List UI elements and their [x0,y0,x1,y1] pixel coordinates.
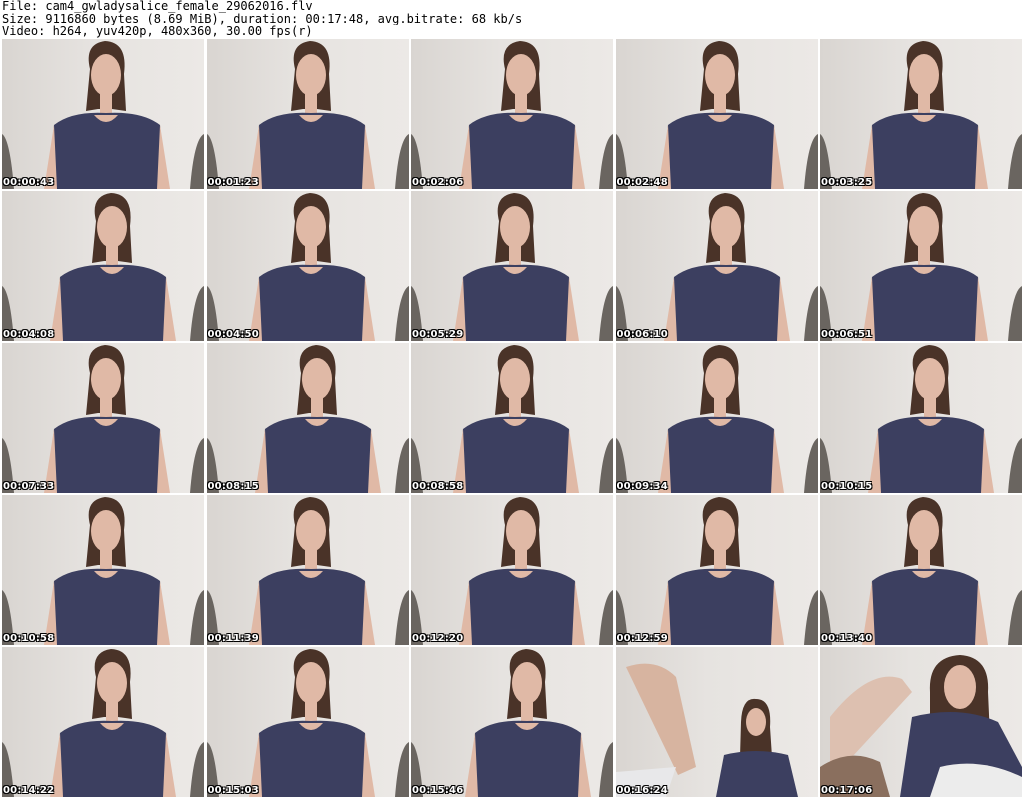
video-frame-image [411,497,613,645]
timestamp-label: 00:05:29 [412,329,464,340]
timestamp-label: 00:14:22 [3,785,55,796]
timestamp-label: 00:17:06 [821,785,873,796]
file-name-line: File: cam4_gwladysalice_female_29062016.… [2,0,313,13]
video-thumbnail[interactable]: 00:08:15 [206,343,409,493]
timestamp-label: 00:16:24 [616,785,668,796]
timestamp-label: 00:11:39 [207,633,259,644]
video-frame-image [615,41,818,189]
video-frame-image [2,41,204,189]
video-frame-image [2,497,204,645]
video-thumbnail[interactable]: 00:01:23 [206,39,409,189]
video-thumbnail[interactable]: 00:08:58 [411,343,613,493]
video-info-line: Video: h264, yuv420p, 480x360, 30.00 fps… [2,25,313,38]
video-thumbnail[interactable]: 00:07:33 [2,343,204,493]
video-frame-image [411,193,613,341]
video-frame-image [2,193,204,341]
video-thumbnail[interactable]: 00:02:48 [615,39,818,189]
video-thumbnail[interactable]: 00:06:51 [820,191,1022,341]
timestamp-label: 00:02:06 [412,177,464,188]
video-thumbnail[interactable]: 00:14:22 [2,647,204,797]
video-thumbnail[interactable]: 00:15:46 [411,647,613,797]
video-thumbnail[interactable]: 00:10:58 [2,495,204,645]
video-thumbnail[interactable]: 00:12:20 [411,495,613,645]
video-frame-image [411,649,613,797]
video-frame-image [206,649,409,797]
timestamp-label: 00:07:33 [3,481,55,492]
timestamp-label: 00:08:58 [412,481,464,492]
video-thumbnail[interactable]: 00:04:08 [2,191,204,341]
timestamp-label: 00:02:48 [616,177,668,188]
video-frame-image [206,497,409,645]
video-thumbnail[interactable]: 00:16:24 [615,647,818,797]
video-frame-image [206,345,409,493]
timestamp-label: 00:04:08 [3,329,55,340]
timestamp-label: 00:10:15 [821,481,873,492]
timestamp-label: 00:06:51 [821,329,873,340]
video-frame-image [820,345,1022,493]
video-frame-image [411,41,613,189]
file-info-header: File: cam4_gwladysalice_female_29062016.… [2,0,1022,38]
timestamp-label: 00:08:15 [207,481,259,492]
timestamp-label: 00:00:43 [3,177,55,188]
video-thumbnail[interactable]: 00:09:34 [615,343,818,493]
video-frame-image [820,193,1022,341]
video-thumbnail[interactable]: 00:04:50 [206,191,409,341]
video-frame-image [615,497,818,645]
video-thumbnail[interactable]: 00:00:43 [2,39,204,189]
video-thumbnail[interactable]: 00:10:15 [820,343,1022,493]
video-frame-image [820,41,1022,189]
timestamp-label: 00:13:40 [821,633,873,644]
video-thumbnail[interactable]: 00:13:40 [820,495,1022,645]
video-frame-image [615,663,798,797]
video-frame-image [2,345,204,493]
video-frame-image [206,193,409,341]
video-thumbnail[interactable]: 00:02:06 [411,39,613,189]
video-frame-image [615,345,818,493]
video-thumbnail[interactable]: 00:06:10 [615,191,818,341]
video-thumbnail[interactable]: 00:05:29 [411,191,613,341]
thumbnail-grid: 00:00:43 00:01:23 00:02:06 00:02:48 00:0… [2,39,1022,797]
timestamp-label: 00:15:46 [412,785,464,796]
video-frame-image [820,497,1022,645]
video-frame-image [820,655,1022,797]
video-thumbnail[interactable]: 00:17:06 [820,647,1022,797]
timestamp-label: 00:12:20 [412,633,464,644]
video-thumbnail[interactable]: 00:11:39 [206,495,409,645]
video-frame-image [2,649,204,797]
video-thumbnail[interactable]: 00:12:59 [615,495,818,645]
video-frame-image [615,193,818,341]
timestamp-label: 00:12:59 [616,633,668,644]
video-thumbnail[interactable]: 00:15:03 [206,647,409,797]
timestamp-label: 00:15:03 [207,785,259,796]
timestamp-label: 00:10:58 [3,633,55,644]
timestamp-label: 00:06:10 [616,329,668,340]
video-frame-image [411,345,613,493]
video-thumbnail[interactable]: 00:03:25 [820,39,1022,189]
timestamp-label: 00:01:23 [207,177,259,188]
timestamp-label: 00:09:34 [616,481,668,492]
video-frame-image [206,41,409,189]
timestamp-label: 00:04:50 [207,329,259,340]
file-size-line: Size: 9116860 bytes (8.69 MiB), duration… [2,12,523,25]
timestamp-label: 00:03:25 [821,177,873,188]
